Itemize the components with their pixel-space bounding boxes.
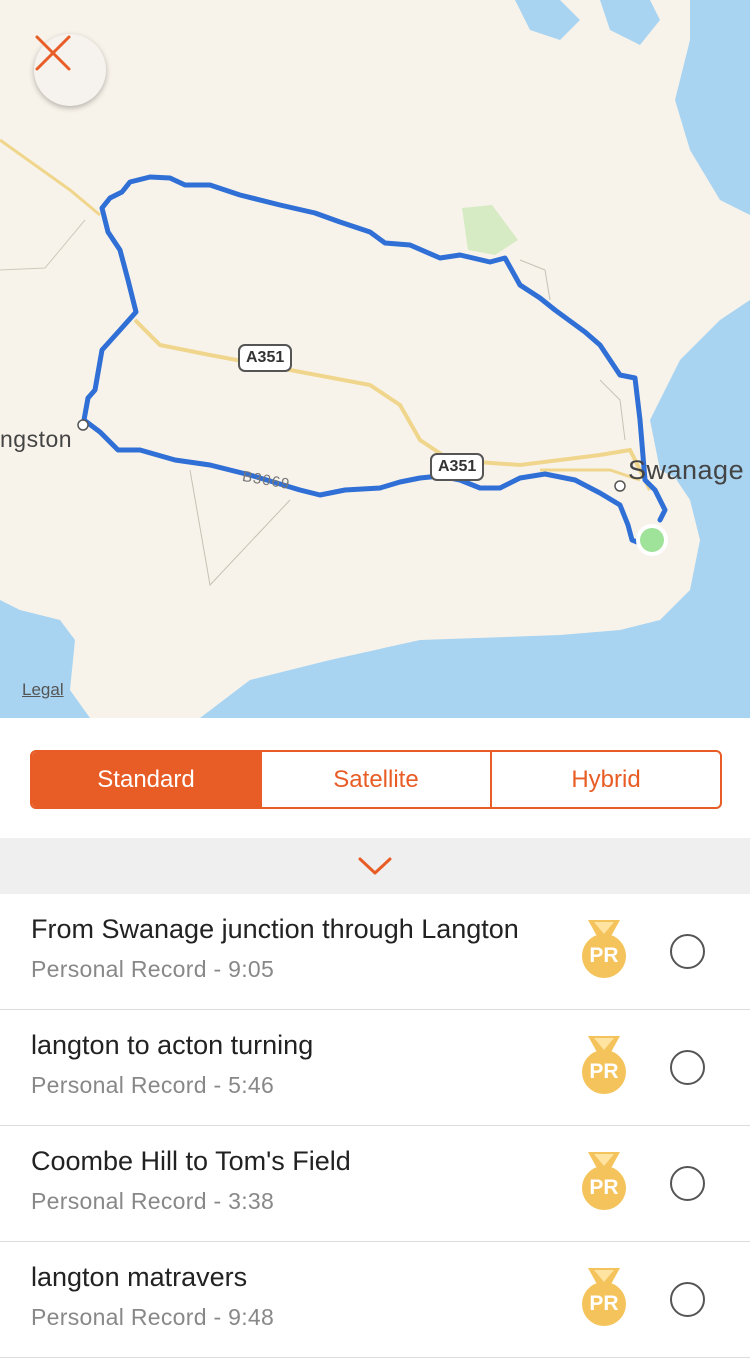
segment-select-radio[interactable]: [670, 1166, 705, 1201]
pr-medal-icon: PR: [578, 1268, 630, 1330]
pr-medal-icon: PR: [578, 1152, 630, 1214]
chevron-down-icon: [358, 857, 392, 875]
segment-select-radio[interactable]: [670, 1282, 705, 1317]
map-type-satellite[interactable]: Satellite: [260, 752, 490, 807]
pr-badge-label: PR: [582, 934, 626, 978]
road-shield-a351-lower: A351: [430, 453, 485, 481]
map-type-hybrid[interactable]: Hybrid: [490, 752, 720, 807]
pr-medal-icon: PR: [578, 1036, 630, 1098]
segment-select-radio[interactable]: [670, 1050, 705, 1085]
close-icon: [35, 35, 71, 71]
list-item[interactable]: langton matravers Personal Record - 9:48…: [0, 1242, 750, 1358]
segment-list: From Swanage junction through Langton Pe…: [0, 894, 750, 1358]
segment-select-radio[interactable]: [670, 934, 705, 969]
place-label-langton: ngston: [0, 426, 73, 452]
pr-badge-label: PR: [582, 1166, 626, 1210]
segment-title: Coombe Hill to Tom's Field: [31, 1146, 351, 1176]
collapse-bar[interactable]: [0, 838, 750, 894]
segment-subtitle: Personal Record - 9:48: [31, 1304, 275, 1330]
pr-badge-label: PR: [582, 1050, 626, 1094]
segment-title: From Swanage junction through Langton: [31, 914, 519, 944]
road-shield-a351: A351: [238, 344, 293, 372]
route-map[interactable]: ngston Swanage A351 A351 B3069 Legal: [0, 0, 750, 718]
map-type-standard[interactable]: Standard: [32, 752, 260, 807]
legal-link[interactable]: Legal: [22, 680, 64, 700]
segment-subtitle: Personal Record - 9:05: [31, 956, 275, 982]
segment-title: langton matravers: [31, 1262, 248, 1292]
pr-badge-label: PR: [582, 1282, 626, 1326]
map-type-control: Standard Satellite Hybrid: [30, 750, 722, 809]
list-item[interactable]: From Swanage junction through Langton Pe…: [0, 894, 750, 1010]
list-item[interactable]: langton to acton turning Personal Record…: [0, 1010, 750, 1126]
segment-subtitle: Personal Record - 3:38: [31, 1188, 275, 1214]
segment-subtitle: Personal Record - 5:46: [31, 1072, 275, 1098]
segment-title: langton to acton turning: [31, 1030, 314, 1060]
list-item[interactable]: Coombe Hill to Tom's Field Personal Reco…: [0, 1126, 750, 1242]
place-label-swanage: Swanage: [628, 455, 745, 485]
map-canvas: [0, 0, 750, 718]
pr-medal-icon: PR: [578, 920, 630, 982]
close-button[interactable]: [34, 34, 106, 106]
